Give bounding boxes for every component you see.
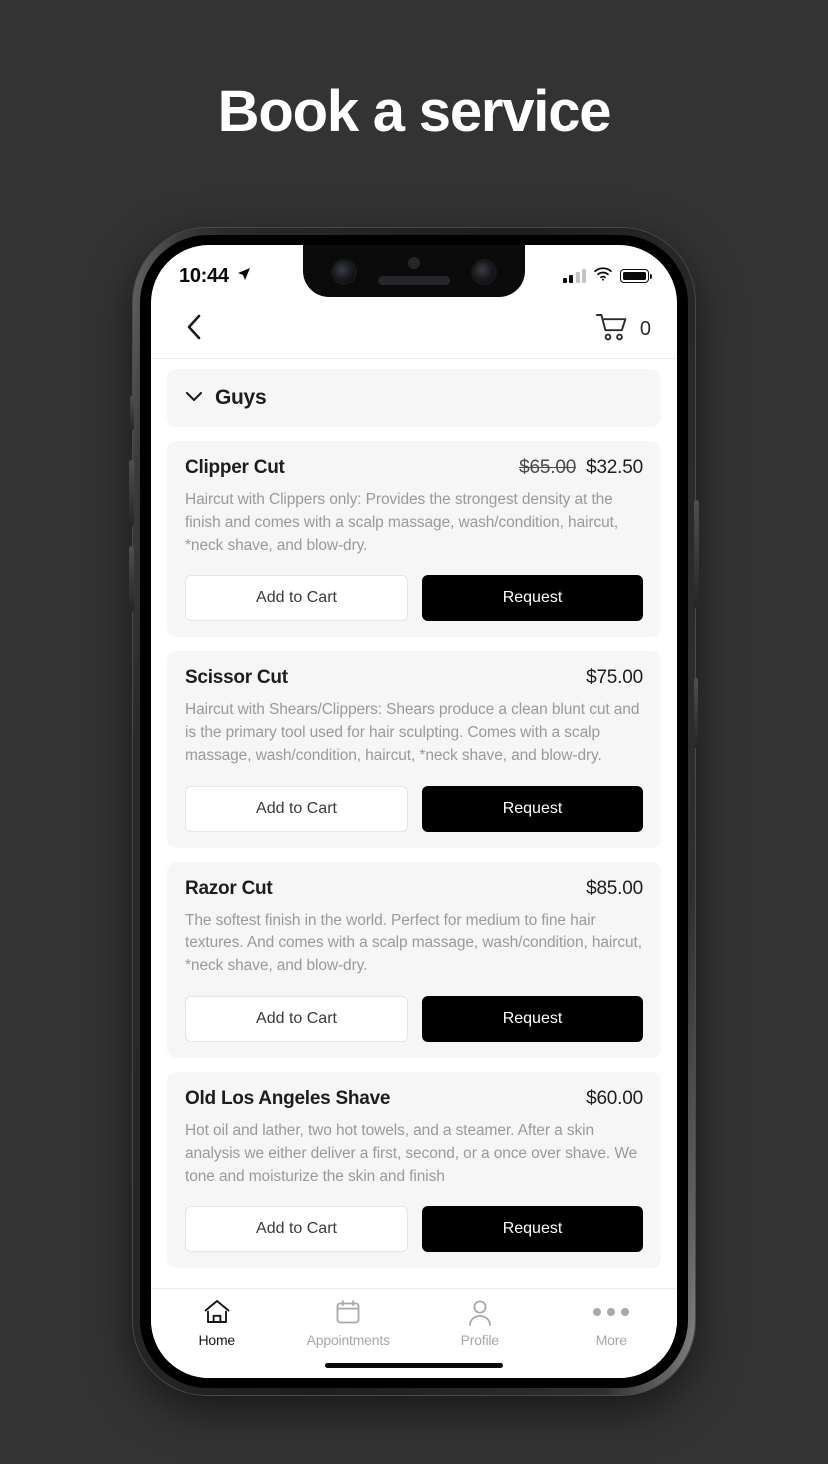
- service-actions: Add to Cart Request: [185, 996, 643, 1043]
- phone-screen: 10:44 0 Guys Clipper Cut $65.00 $32.50 H…: [151, 245, 677, 1378]
- wifi-icon: [593, 266, 613, 286]
- service-name: Razor Cut: [185, 877, 273, 899]
- page-title: Book a service: [217, 79, 612, 144]
- add-to-cart-button[interactable]: Add to Cart: [185, 785, 408, 832]
- chevron-left-icon: [183, 313, 205, 346]
- service-name: Scissor Cut: [185, 667, 288, 689]
- side-button-secondary[interactable]: [694, 678, 698, 748]
- ellipsis-icon: [593, 1297, 630, 1327]
- add-to-cart-button[interactable]: Add to Cart: [185, 996, 408, 1043]
- status-bar-right: [562, 260, 653, 286]
- service-header: Old Los Angeles Shave $60.00: [185, 1088, 643, 1110]
- app-navigation-bar: 0: [151, 301, 677, 359]
- tab-label: Home: [198, 1332, 236, 1348]
- service-price: $85.00: [586, 877, 643, 899]
- service-description: Haircut with Shears/Clippers: Shears pro…: [185, 701, 640, 764]
- service-price-group: $85.00: [586, 878, 643, 900]
- front-camera-icon: [333, 261, 355, 283]
- tab-label: Profile: [460, 1332, 499, 1348]
- tab-profile[interactable]: Profile: [414, 1297, 546, 1348]
- service-description: Hot oil and lather, two hot towels, and …: [185, 1122, 638, 1185]
- status-bar-left: 10:44: [179, 259, 252, 288]
- tab-home[interactable]: Home: [151, 1297, 283, 1348]
- calendar-icon: [335, 1297, 361, 1327]
- service-price-group: $60.00: [586, 1088, 643, 1110]
- location-arrow-icon: [236, 265, 252, 288]
- shopping-cart-icon: [595, 312, 631, 347]
- category-header-guys[interactable]: Guys: [167, 369, 661, 427]
- screenshot-root: Book a service 10:44 0 Guys Clipper Cut …: [0, 0, 828, 1464]
- depth-camera-icon: [473, 261, 495, 283]
- request-button[interactable]: Request: [422, 785, 643, 832]
- request-button[interactable]: Request: [422, 996, 643, 1043]
- display-notch: [303, 245, 525, 297]
- chevron-down-icon: [185, 389, 203, 407]
- volume-up-button[interactable]: [129, 460, 134, 526]
- service-card: Scissor Cut $75.00 Haircut with Shears/C…: [167, 651, 661, 848]
- service-name: Old Los Angeles Shave: [185, 1088, 391, 1110]
- phone-bezel: 10:44 0 Guys Clipper Cut $65.00 $32.50 H…: [140, 235, 688, 1388]
- service-card: Razor Cut $85.00 The softest finish in t…: [167, 861, 661, 1059]
- phone-device-frame: 10:44 0 Guys Clipper Cut $65.00 $32.50 H…: [129, 228, 699, 1395]
- home-icon: [203, 1297, 231, 1327]
- back-button[interactable]: [177, 313, 211, 347]
- cellular-signal-icon: [562, 268, 586, 283]
- category-label: Guys: [215, 386, 267, 409]
- cart-button[interactable]: 0: [595, 312, 651, 347]
- cart-item-count: 0: [639, 318, 651, 340]
- service-description: The softest finish in the world. Perfect…: [185, 911, 642, 975]
- service-card: Old Los Angeles Shave $60.00 Hot oil and…: [167, 1072, 661, 1269]
- service-description: Haircut with Clippers only: Provides the…: [185, 491, 619, 554]
- power-button[interactable]: [694, 500, 699, 608]
- service-list-scroll-area[interactable]: Guys Clipper Cut $65.00 $32.50 Haircut w…: [151, 359, 677, 1288]
- service-actions: Add to Cart Request: [185, 785, 643, 832]
- home-indicator[interactable]: [325, 1363, 503, 1368]
- service-price-group: $65.00 $32.50: [519, 457, 643, 479]
- tab-label: More: [595, 1332, 627, 1348]
- service-actions: Add to Cart Request: [185, 575, 643, 622]
- proximity-sensor-icon: [408, 257, 420, 269]
- service-header: Scissor Cut $75.00: [185, 667, 643, 689]
- service-original-price: $65.00: [519, 457, 577, 478]
- volume-down-button[interactable]: [129, 546, 134, 612]
- status-bar-time: 10:44: [179, 264, 229, 287]
- service-card: Clipper Cut $65.00 $32.50 Haircut with C…: [167, 441, 661, 638]
- service-price: $75.00: [586, 667, 643, 689]
- request-button[interactable]: Request: [422, 575, 643, 622]
- person-icon: [467, 1297, 493, 1327]
- earpiece-speaker-icon: [378, 276, 450, 285]
- tab-more[interactable]: More: [546, 1297, 678, 1348]
- service-actions: Add to Cart Request: [185, 1206, 643, 1253]
- service-price-group: $75.00: [586, 667, 643, 689]
- silent-switch-button[interactable]: [130, 396, 134, 430]
- tab-label: Appointments: [306, 1332, 390, 1348]
- request-button[interactable]: Request: [422, 1206, 643, 1253]
- service-name: Clipper Cut: [185, 457, 285, 478]
- service-header: Razor Cut $85.00: [185, 878, 643, 900]
- add-to-cart-button[interactable]: Add to Cart: [185, 575, 408, 622]
- battery-full-icon: [620, 269, 653, 283]
- service-price: $32.50: [586, 457, 643, 478]
- tab-appointments[interactable]: Appointments: [283, 1297, 415, 1348]
- service-price: $60.00: [586, 1088, 643, 1110]
- add-to-cart-button[interactable]: Add to Cart: [185, 1206, 408, 1253]
- service-header: Clipper Cut $65.00 $32.50: [185, 457, 643, 479]
